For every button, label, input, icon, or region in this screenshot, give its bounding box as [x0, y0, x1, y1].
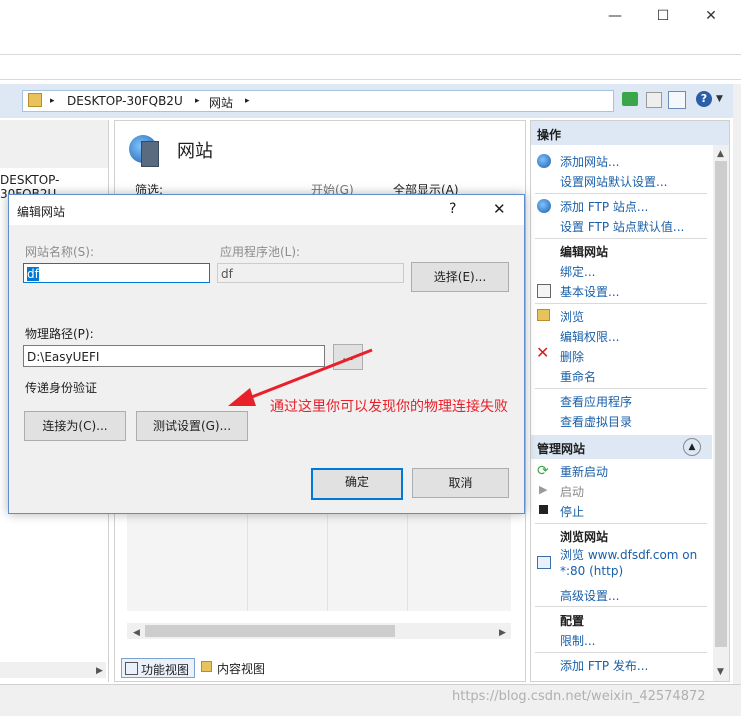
address-bar[interactable]: ▸ DESKTOP-30FQB2U ▸ 网站 ▸ [22, 90, 614, 112]
basic-settings-icon [537, 284, 551, 298]
dialog-close-button[interactable]: ✕ [493, 200, 506, 218]
breadcrumb-sep-2: ▸ [195, 96, 200, 106]
center-title: 网站 [177, 141, 213, 162]
window-scrollbar[interactable] [733, 84, 741, 684]
section-browse-site: 浏览网站 [560, 530, 609, 544]
app-pool-label: 应用程序池(L): [220, 245, 301, 259]
manage-site-header: 管理网站 ▲ [531, 435, 712, 459]
ftp-add-icon [537, 199, 551, 213]
scroll-down-icon[interactable]: ▼ [717, 667, 724, 677]
site-name-value: df [27, 267, 39, 281]
browse-site-icon [537, 556, 551, 569]
restart-icon: ⟳ [537, 463, 549, 479]
action-browse-port[interactable]: *:80 (http) [560, 564, 623, 578]
action-limits[interactable]: 限制... [560, 632, 595, 649]
actions-header: 操作 [531, 121, 729, 145]
refresh-icon[interactable] [622, 92, 638, 106]
action-stop[interactable]: 停止 [560, 503, 584, 520]
folder-icon [28, 93, 42, 107]
action-rename[interactable]: 重命名 [560, 368, 596, 385]
scroll-up-icon[interactable]: ▲ [717, 149, 724, 159]
tree-scrollbar[interactable] [0, 662, 106, 678]
help-dropdown-icon[interactable]: ▼ [716, 94, 723, 104]
help-icon[interactable]: ? [696, 91, 712, 107]
close-window-button[interactable]: ✕ [688, 4, 734, 28]
tab-feature-view[interactable]: 功能视图 [121, 658, 195, 678]
action-add-ftp[interactable]: 添加 FTP 站点... [560, 198, 648, 215]
connections-header [0, 120, 108, 168]
action-restart[interactable]: 重新启动 [560, 463, 608, 480]
maximize-button[interactable]: ☐ [640, 4, 686, 28]
action-view-vdirs[interactable]: 查看虚拟目录 [560, 413, 632, 430]
scroll-right-icon[interactable]: ▶ [499, 628, 506, 638]
dialog-titlebar [9, 195, 524, 225]
scroll-right-icon[interactable]: ▶ [96, 666, 103, 676]
action-site-defaults[interactable]: 设置网站默认设置... [560, 173, 667, 190]
dialog-title: 编辑网站 [17, 205, 66, 219]
section-config: 配置 [560, 614, 585, 628]
action-add-ftp-publish[interactable]: 添加 FTP 发布... [560, 657, 648, 674]
scroll-left-icon[interactable]: ◀ [133, 628, 140, 638]
content-view-icon [201, 661, 212, 672]
app-pool-field: df [217, 263, 404, 283]
pass-through-auth-label: 传递身份验证 [25, 381, 98, 395]
browse-folder-icon [537, 309, 550, 321]
list-area [127, 511, 511, 611]
ok-button[interactable]: 确定 [311, 468, 403, 500]
select-pool-button[interactable]: 选择(E)... [411, 262, 509, 292]
feature-view-icon [125, 662, 138, 675]
stop-icon[interactable] [646, 92, 662, 108]
action-basic-settings[interactable]: 基本设置... [560, 283, 619, 300]
action-bindings[interactable]: 绑定... [560, 263, 595, 280]
tab-feature-label: 功能视图 [141, 663, 190, 677]
watermark: https://blog.csdn.net/weixin_42574872 [452, 689, 706, 704]
tab-content-label: 内容视图 [217, 662, 266, 676]
action-browse-url[interactable]: 浏览 www.dfsdf.com on [560, 546, 697, 563]
tab-content-view[interactable]: 内容视图 [199, 658, 275, 676]
action-ftp-defaults[interactable]: 设置 FTP 站点默认值... [560, 218, 684, 235]
collapse-icon[interactable]: ▲ [683, 438, 701, 456]
section-edit-site: 编辑网站 [560, 245, 609, 259]
menu-area [0, 54, 741, 80]
stop-icon [539, 505, 548, 514]
cancel-button[interactable]: 取消 [412, 468, 509, 498]
site-name-field[interactable]: df [23, 263, 210, 283]
physical-path-label: 物理路径(P): [25, 327, 94, 341]
action-add-site[interactable]: 添加网站... [560, 153, 619, 170]
site-name-label: 网站名称(S): [25, 245, 95, 259]
breadcrumb-host[interactable]: DESKTOP-30FQB2U [67, 94, 183, 108]
action-view-apps[interactable]: 查看应用程序 [560, 393, 632, 410]
action-advanced-settings[interactable]: 高级设置... [560, 587, 619, 604]
breadcrumb-sites[interactable]: 网站 [209, 94, 233, 111]
center-hscroll[interactable] [127, 623, 511, 639]
connect-as-button[interactable]: 连接为(C)... [24, 411, 126, 441]
delete-icon: ✕ [536, 343, 550, 362]
breadcrumb-sep-3: ▸ [245, 96, 250, 106]
action-browse[interactable]: 浏览 [560, 308, 584, 325]
dialog-help-button[interactable]: ? [449, 201, 456, 217]
actions-scrollbar[interactable] [713, 145, 729, 681]
breadcrumb-sep-1: ▸ [50, 96, 55, 106]
minimize-button[interactable]: — [592, 4, 638, 28]
action-start[interactable]: 启动 [560, 483, 584, 500]
home-icon[interactable] [668, 91, 686, 109]
start-icon: ▶ [539, 483, 548, 496]
action-delete[interactable]: 删除 [560, 348, 584, 365]
title-bar: — ☐ ✕ [0, 0, 741, 30]
server-icon [141, 141, 159, 167]
globe-add-icon [537, 154, 551, 168]
annotation-text: 通过这里你可以发现你的物理连接失败 [270, 399, 508, 415]
action-edit-permissions[interactable]: 编辑权限... [560, 328, 619, 345]
